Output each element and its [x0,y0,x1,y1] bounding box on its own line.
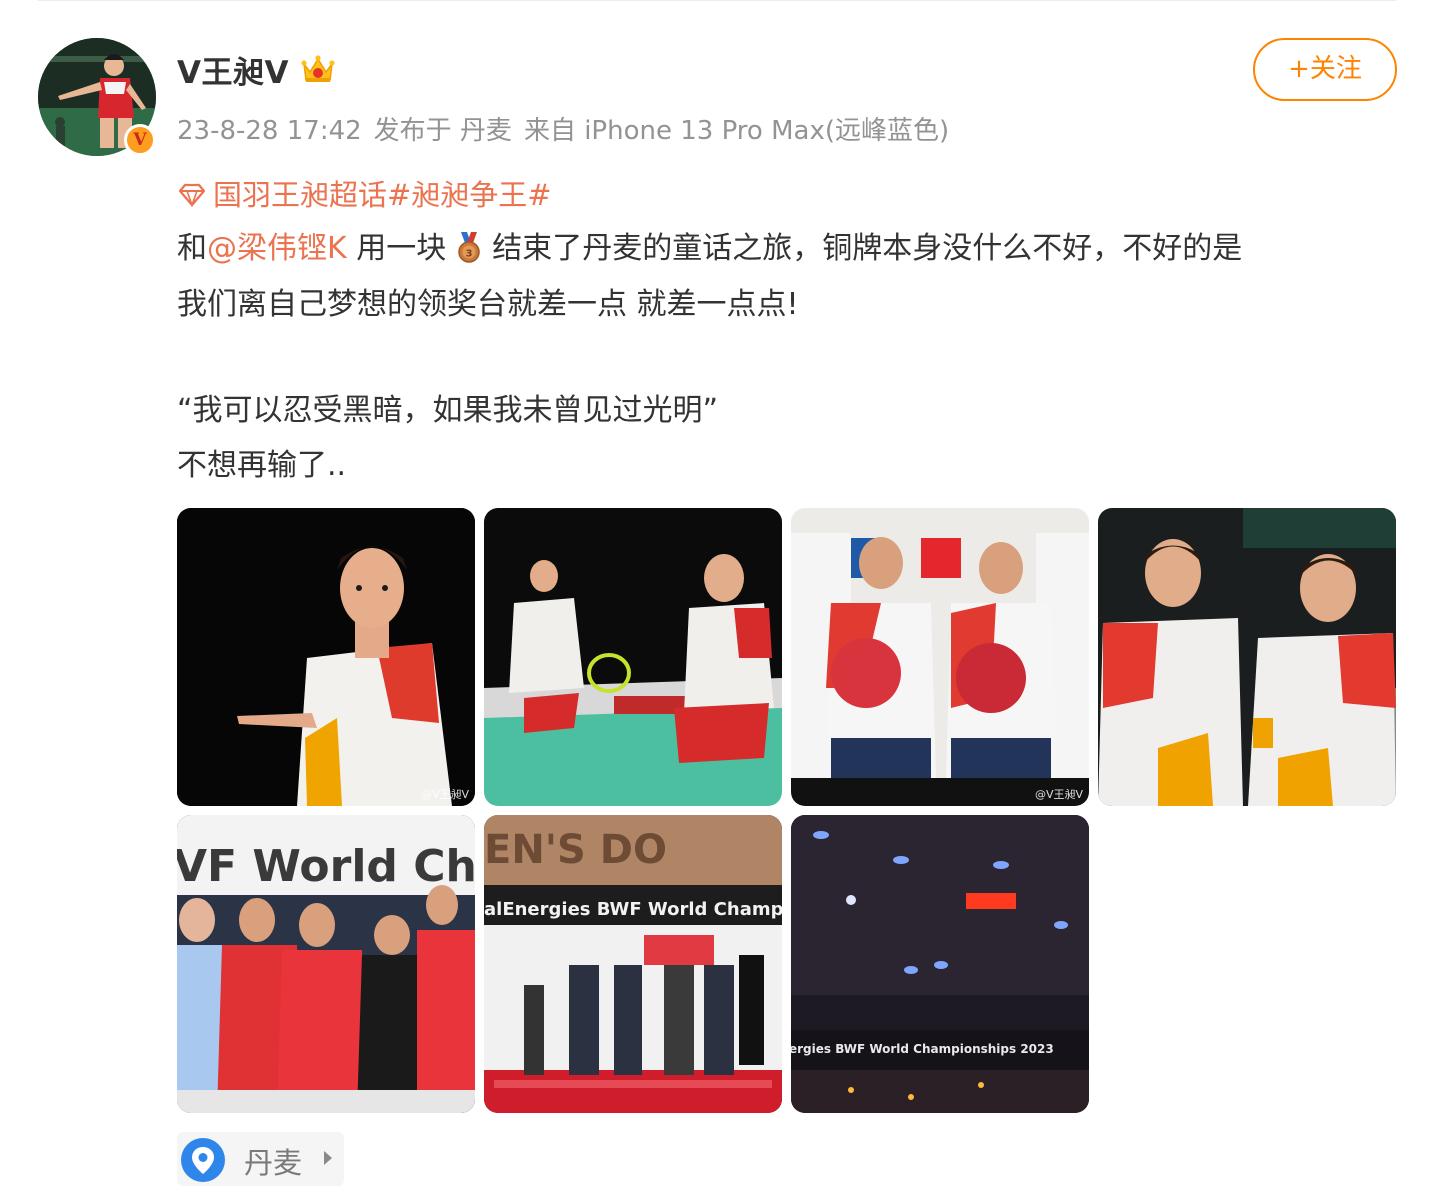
photo-7[interactable]: ergies BWF World Championships 2023 [791,815,1089,1113]
diamond-topic-icon [178,183,206,208]
photo-3[interactable]: @V王昶V [791,508,1089,806]
photo-4-image [1098,508,1396,806]
post-text-line-1: 和@梁伟铿K 用一块 3 结束了丹麦的童话之旅，铜牌本身没什么不好，不好的是 [177,223,1242,267]
location-label: 丹麦 [244,1146,303,1180]
photo-1[interactable]: @V王昶V [177,508,475,806]
post-source: 来自 iPhone 13 Pro Max(远峰蓝色) [523,116,950,146]
verified-badge-icon: V [124,124,156,156]
photo-5[interactable]: VF World Cha [177,815,475,1113]
photo-4[interactable] [1098,508,1396,806]
photo-2-image [484,508,782,806]
chevron-right-icon [324,1151,332,1165]
post-text-line-3: “我可以忍受黑暗，如果我未曾见过光明” [177,393,719,428]
text-fragment: 用一块 [346,231,447,266]
mention-link[interactable]: @梁伟铿K [207,231,347,266]
photo-5-image: VF World Cha [177,815,475,1113]
photo-5-banner-text: VF World Cha [177,841,475,892]
post-time[interactable]: 23-8-28 17:42 [177,116,362,146]
post-text-line-2: 我们离自己梦想的领奖台就差一点 就差一点点! [177,287,799,322]
photo-7-banner-text: ergies BWF World Championships 2023 [791,1042,1054,1056]
location-pin-icon [181,1138,225,1182]
topic-text[interactable]: 国羽王昶超话#昶昶争王# [213,178,552,212]
photo-6-top-text: EN'S DO [484,827,667,873]
photo-2[interactable] [484,508,782,806]
svg-text:3: 3 [466,248,473,259]
post-published-location: 发布于 丹麦 [373,116,512,146]
photo-watermark: @V王昶V [420,788,469,801]
photo-3-image [791,508,1089,806]
post-text-line-4: 不想再输了.. [177,448,347,483]
bronze-medal-icon: 3 [458,231,480,263]
photo-6-banner-text: alEnergies BWF World Champion [484,899,782,920]
post-meta: 23-8-28 17:42 发布于 丹麦 来自 iPhone 13 Pro Max(… [177,110,949,147]
photo-watermark: @V王昶V [1034,788,1083,801]
topic-link[interactable]: 国羽王昶超话#昶昶争王# [177,172,552,212]
location-tag[interactable]: 丹麦 [177,1132,344,1186]
photo-6-image: EN'S DO alEnergies BWF World Champion [484,815,782,1113]
photo-7-image: ergies BWF World Championships 2023 [791,815,1089,1113]
top-divider [38,0,1396,1]
photo-1-image [177,508,475,806]
photo-6[interactable]: EN'S DO alEnergies BWF World Champion [484,815,782,1113]
text-fragment: 和 [177,231,207,266]
text-fragment: 结束了丹麦的童话之旅，铜牌本身没什么不好，不好的是 [492,231,1243,266]
follow-button[interactable]: +关注 [1253,38,1397,101]
crown-icon[interactable] [301,54,335,84]
author-name[interactable]: V王昶V [177,47,289,92]
